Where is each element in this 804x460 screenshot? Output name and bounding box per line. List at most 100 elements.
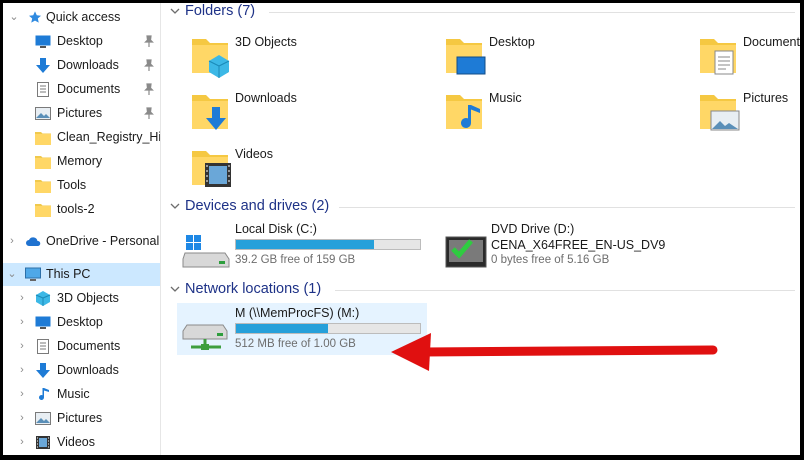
group-header-network[interactable]: Network locations (1) (165, 280, 795, 300)
nav-label: Pictures (57, 411, 103, 425)
pin-icon[interactable] (143, 83, 155, 96)
drive-free-space: 512 MB free of 1.00 GB (235, 338, 356, 350)
chevron-right-icon[interactable]: › (16, 431, 28, 454)
nav-label: Memory (57, 154, 103, 168)
documents-icon (37, 339, 49, 354)
desktop-icon (35, 316, 51, 329)
chevron-right-icon[interactable]: › (16, 383, 28, 406)
sidebar-item-pc-music[interactable]: › Music (3, 383, 160, 406)
drive-tile-dvd[interactable]: DVD Drive (D:) CENA_X64FREE_EN-US_DV9 0 … (437, 219, 687, 271)
nav-label: Desktop (57, 315, 103, 329)
drive-volume-label: CENA_X64FREE_EN-US_DV9 (491, 238, 666, 252)
documents-icon (37, 82, 49, 97)
navigation-pane[interactable]: ⌄ Quick access Desktop Downloads Documen… (3, 3, 160, 455)
group-header-devices[interactable]: Devices and drives (2) (165, 197, 795, 217)
drive-tile-memprocfs[interactable]: M (\\MemProcFS) (M:) 512 MB free of 1.00… (177, 303, 427, 355)
folder-tile-pictures[interactable]: Pictures (689, 85, 800, 137)
download-arrow-icon (36, 58, 50, 73)
folder-icon (35, 204, 51, 217)
nav-label: 3D Objects (57, 291, 119, 305)
folder-tile-desktop[interactable]: Desktop (435, 29, 675, 81)
download-arrow-icon (36, 363, 50, 378)
file-explorer-window: ⌄ Quick access Desktop Downloads Documen… (3, 3, 800, 455)
nav-label: Videos (57, 435, 95, 449)
group-header-folders[interactable]: Folders (7) (165, 3, 795, 22)
drive-tile-local-disk[interactable]: Local Disk (C:) 39.2 GB free of 159 GB (177, 219, 427, 271)
cube-icon (35, 291, 51, 306)
network-drive-icon (182, 324, 228, 350)
folder-icon (35, 132, 51, 145)
drive-usage-fill (236, 240, 374, 249)
sidebar-item-pc-desktop[interactable]: › Desktop (3, 311, 160, 334)
computer-icon (25, 267, 41, 281)
sidebar-item-pc-videos[interactable]: › Videos (3, 431, 160, 454)
nav-label: Desktop (57, 34, 103, 48)
film-strip-icon (36, 436, 50, 449)
chevron-down-icon[interactable] (169, 200, 181, 212)
nav-this-pc[interactable]: ⌄ This PC (3, 263, 160, 286)
folder-label: 3D Objects (235, 35, 297, 49)
nav-label: OneDrive - Personal (46, 234, 160, 248)
folder-tile-videos[interactable]: Videos (181, 141, 421, 193)
drive-usage-bar (235, 239, 421, 250)
sidebar-item-pc-documents[interactable]: › Documents (3, 335, 160, 358)
drive-name: DVD Drive (D:) (491, 222, 575, 236)
chevron-right-icon[interactable]: › (16, 287, 28, 310)
sidebar-item-pictures[interactable]: Pictures (3, 102, 160, 125)
chevron-right-icon[interactable]: › (16, 335, 28, 358)
sidebar-item-pc-pictures[interactable]: › Pictures (3, 407, 160, 430)
pin-icon[interactable] (143, 59, 155, 72)
nav-label: tools-2 (57, 202, 95, 216)
videos-folder-icon (192, 151, 231, 187)
folder-icon (35, 180, 51, 193)
chevron-down-icon[interactable]: ⌄ (6, 263, 18, 286)
star-icon (29, 11, 41, 23)
3d-objects-folder-icon (192, 39, 230, 78)
dvd-drive-icon (445, 236, 487, 268)
pictures-folder-icon (700, 95, 740, 131)
chevron-down-icon[interactable] (169, 283, 181, 295)
sidebar-item-pc-downloads[interactable]: › Downloads (3, 359, 160, 382)
nav-label: Clean_Registry_Hive (57, 130, 160, 144)
group-divider (339, 207, 795, 208)
sidebar-item-pc-3d-objects[interactable]: › 3D Objects (3, 287, 160, 310)
sidebar-item-documents[interactable]: Documents (3, 78, 160, 101)
pin-icon[interactable] (143, 35, 155, 48)
drive-free-space: 39.2 GB free of 159 GB (235, 254, 356, 266)
chevron-down-icon[interactable] (169, 5, 181, 17)
drive-name: M (\\MemProcFS) (M:) (235, 306, 360, 320)
folder-tile-3d-objects[interactable]: 3D Objects (181, 29, 421, 81)
nav-onedrive[interactable]: › OneDrive - Personal (3, 230, 160, 253)
nav-quick-access[interactable]: ⌄ Quick access (3, 6, 160, 29)
pictures-icon (35, 107, 51, 120)
sidebar-item-desktop[interactable]: Desktop (3, 30, 160, 53)
sidebar-item-clean-registry-hive[interactable]: Clean_Registry_Hive (3, 126, 160, 149)
downloads-folder-icon (192, 95, 228, 130)
local-disk-icon (182, 235, 230, 268)
group-title: Devices and drives (2) (185, 198, 330, 214)
folder-tile-documents[interactable]: Documents (689, 29, 800, 81)
chevron-right-icon[interactable]: › (16, 311, 28, 334)
drive-usage-fill (236, 324, 328, 333)
documents-folder-icon (700, 39, 736, 75)
pictures-icon (35, 412, 51, 425)
chevron-down-icon[interactable]: ⌄ (8, 6, 20, 29)
chevron-right-icon[interactable]: › (6, 230, 18, 253)
sidebar-item-downloads[interactable]: Downloads (3, 54, 160, 77)
pin-icon[interactable] (143, 107, 155, 120)
content-pane: Folders (7) 3D Objects Desktop Documents (161, 3, 800, 455)
group-title: Network locations (1) (185, 281, 322, 297)
folder-tile-music[interactable]: Music (435, 85, 675, 137)
music-note-icon (39, 388, 49, 400)
sidebar-item-tools-2[interactable]: tools-2 (3, 198, 160, 221)
sidebar-item-tools[interactable]: Tools (3, 174, 160, 197)
chevron-right-icon[interactable]: › (16, 359, 28, 382)
folder-tile-downloads[interactable]: Downloads (181, 85, 421, 137)
nav-label: This PC (46, 267, 91, 281)
desktop-folder-icon (446, 39, 486, 75)
chevron-right-icon[interactable]: › (16, 407, 28, 430)
nav-label: Music (57, 387, 90, 401)
sidebar-item-memory[interactable]: Memory (3, 150, 160, 173)
nav-label: Tools (57, 178, 87, 192)
annotation-arrow (391, 333, 718, 371)
